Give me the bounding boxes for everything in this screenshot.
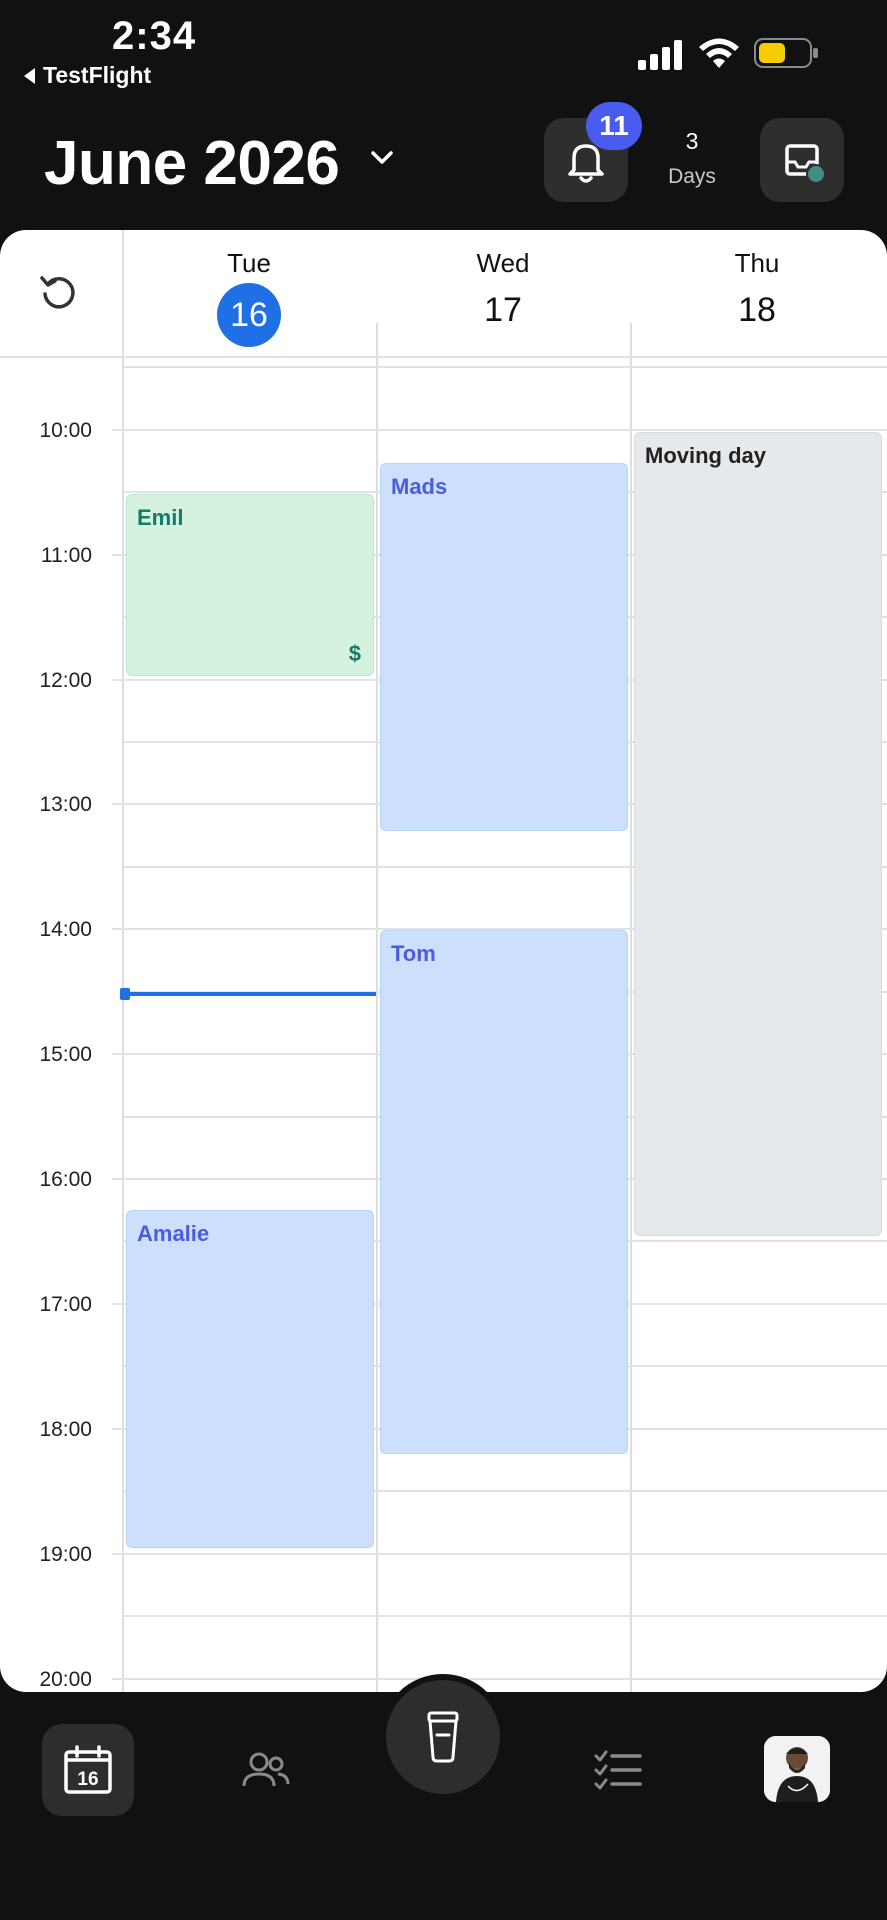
time-label: 13:00: [39, 793, 92, 816]
cup-icon: [427, 1711, 459, 1763]
status-time: 2:34: [112, 14, 197, 58]
tasks-icon: [594, 1750, 642, 1790]
calendar-panel: Tue 16 Wed 17 Thu 18 10:00 11:00 12:00 1…: [0, 230, 887, 1692]
refresh-icon[interactable]: [38, 272, 78, 312]
event-title: Emil: [137, 505, 184, 530]
wifi-icon: [699, 38, 739, 68]
avatar-image: [764, 1736, 830, 1802]
event-amalie[interactable]: Amalie: [126, 1210, 374, 1548]
view-days-toggle[interactable]: 3 Days: [655, 128, 729, 189]
event-title: Amalie: [137, 1221, 210, 1246]
grid-line: [112, 429, 887, 431]
day-name: Thu: [734, 248, 780, 278]
day-number-today: 16: [217, 283, 281, 347]
day-number: 18: [738, 291, 776, 329]
back-app-label: TestFlight: [43, 62, 152, 88]
time-label: 10:00: [39, 419, 92, 442]
signal-icon: [638, 40, 682, 70]
grid-line: [112, 1553, 887, 1555]
back-arrow-icon: [24, 67, 35, 84]
event-title: Tom: [391, 941, 436, 966]
day-header-wed[interactable]: Wed 17: [376, 230, 630, 330]
time-label: 19:00: [39, 1543, 92, 1566]
view-days-number: 3: [685, 128, 699, 154]
time-label: 16:00: [39, 1168, 92, 1191]
chevron-down-icon[interactable]: [370, 150, 394, 166]
notification-count-badge: 11: [586, 102, 642, 150]
time-label: 20:00: [39, 1668, 92, 1691]
grid-line: [124, 366, 887, 368]
column-divider: [630, 323, 632, 1692]
time-label: 17:00: [39, 1293, 92, 1316]
event-emil[interactable]: Emil $: [126, 494, 374, 676]
inbox-icon: [785, 144, 826, 184]
calendar-icon-date: 16: [77, 1769, 98, 1790]
event-tom[interactable]: Tom: [380, 930, 628, 1454]
calendar-icon: 16: [64, 1745, 112, 1794]
time-label: 15:00: [39, 1043, 92, 1066]
day-header-tue[interactable]: Tue 16: [122, 230, 376, 347]
nav-center-button[interactable]: [380, 1674, 506, 1800]
day-name: Tue: [227, 248, 271, 278]
grid-line: [112, 1678, 887, 1680]
back-to-testflight-link[interactable]: TestFlight: [24, 62, 151, 89]
column-divider: [122, 230, 124, 1692]
inbox-button[interactable]: [760, 118, 844, 202]
profile-avatar[interactable]: [764, 1736, 830, 1802]
battery-icon: [754, 38, 818, 68]
time-label: 11:00: [41, 544, 92, 567]
clients-icon: [242, 1752, 290, 1787]
nav-calendar[interactable]: 16: [42, 1724, 134, 1816]
event-title: Moving day: [645, 443, 767, 468]
time-label: 14:00: [39, 918, 92, 941]
nav-clients[interactable]: [220, 1724, 312, 1816]
current-time-line: [124, 992, 376, 996]
nav-tasks[interactable]: [572, 1724, 664, 1816]
day-number: 17: [484, 291, 522, 329]
event-moving-day[interactable]: Moving day: [634, 432, 882, 1236]
time-label: 12:00: [39, 669, 92, 692]
time-label: 18:00: [39, 1418, 92, 1441]
month-title[interactable]: June 2026: [44, 128, 340, 199]
event-mads[interactable]: Mads: [380, 463, 628, 831]
current-time-dot: [120, 988, 130, 1000]
grid-line: [124, 1615, 887, 1617]
paid-badge: $: [348, 641, 361, 666]
view-days-label: Days: [668, 165, 716, 188]
day-name: Wed: [476, 248, 530, 278]
header-divider: [0, 356, 887, 358]
event-title: Mads: [391, 474, 448, 499]
day-header-thu[interactable]: Thu 18: [630, 230, 884, 330]
column-divider: [376, 323, 378, 1692]
